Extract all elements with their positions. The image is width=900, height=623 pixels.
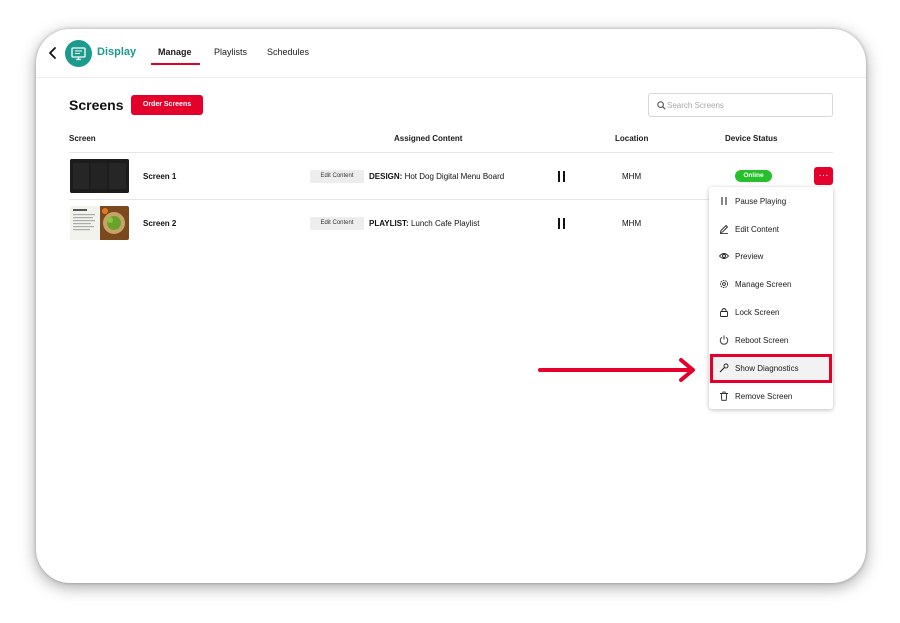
search-input[interactable] [667, 98, 827, 113]
menu-item-lock-screen[interactable]: Lock Screen [709, 299, 833, 325]
assigned-content: DESIGN: Hot Dog Digital Menu Board [369, 172, 504, 181]
location: MHM [622, 172, 642, 181]
pause-icon[interactable] [557, 171, 567, 182]
column-header-location: Location [615, 134, 649, 143]
location: MHM [622, 219, 642, 228]
menu-item-label: Manage Screen [735, 280, 792, 289]
assigned-content: PLAYLIST: Lunch Cafe Playlist [369, 219, 479, 228]
menu-item-pause-playing[interactable]: Pause Playing [709, 188, 833, 214]
column-header-assigned-content: Assigned Content [394, 134, 463, 143]
screen-name[interactable]: Screen 1 [143, 172, 176, 181]
screen-thumbnail [70, 159, 129, 193]
content-type: PLAYLIST: [369, 219, 409, 228]
search-icon [657, 101, 666, 110]
trash-icon [720, 391, 728, 401]
monitor-icon [71, 47, 86, 61]
power-icon [719, 335, 729, 345]
menu-item-edit-content[interactable]: Edit Content [709, 216, 833, 242]
tab-schedules[interactable]: Schedules [267, 47, 309, 57]
menu-item-remove-screen[interactable]: Remove Screen [709, 383, 833, 409]
more-options-button[interactable]: ··· [814, 167, 833, 185]
eye-icon [719, 253, 729, 259]
active-tab-indicator [151, 63, 200, 65]
tab-playlists[interactable]: Playlists [214, 47, 247, 57]
lock-icon [720, 308, 728, 317]
menu-item-label: Edit Content [735, 225, 780, 234]
menu-item-label: Reboot Screen [735, 336, 789, 345]
screen-thumbnail [70, 206, 129, 240]
page-title: Screens [69, 97, 124, 113]
pause-icon [721, 197, 727, 205]
menu-item-preview[interactable]: Preview [709, 243, 833, 269]
edit-content-button[interactable]: Edit Content [310, 170, 364, 183]
content-name: Hot Dog Digital Menu Board [404, 172, 505, 181]
column-header-screen: Screen [69, 134, 96, 143]
menu-item-label: Lock Screen [735, 308, 780, 317]
callout-arrow [538, 358, 695, 382]
tab-manage[interactable]: Manage [158, 47, 192, 57]
search-box[interactable] [648, 93, 833, 117]
back-arrow-icon[interactable] [46, 44, 60, 62]
order-screens-button[interactable]: Order Screens [131, 95, 203, 115]
column-header-device-status: Device Status [725, 134, 778, 143]
pencil-icon [719, 224, 729, 234]
playlist-preview [70, 206, 129, 240]
menu-item-label: Preview [735, 252, 764, 261]
app-window: Display Manage Playlists Schedules Scree… [36, 29, 866, 583]
gear-icon [719, 279, 729, 289]
content-name: Lunch Cafe Playlist [410, 219, 480, 228]
menu-item-label: Pause Playing [735, 197, 787, 206]
menu-board-preview [70, 159, 129, 193]
content-type: DESIGN: [369, 172, 403, 181]
menu-item-reboot-screen[interactable]: Reboot Screen [709, 327, 833, 353]
edit-content-button[interactable]: Edit Content [310, 217, 364, 230]
app-title: Display [97, 46, 137, 58]
top-nav-bar: Display Manage Playlists Schedules [36, 29, 866, 78]
menu-item-label: Remove Screen [735, 392, 793, 401]
pause-icon[interactable] [557, 218, 567, 229]
highlight-box [710, 354, 832, 383]
menu-item-manage-screen[interactable]: Manage Screen [709, 271, 833, 297]
display-logo [65, 40, 92, 67]
table-divider [69, 152, 833, 153]
status-badge: Online [735, 170, 772, 182]
screen-name[interactable]: Screen 2 [143, 219, 176, 228]
